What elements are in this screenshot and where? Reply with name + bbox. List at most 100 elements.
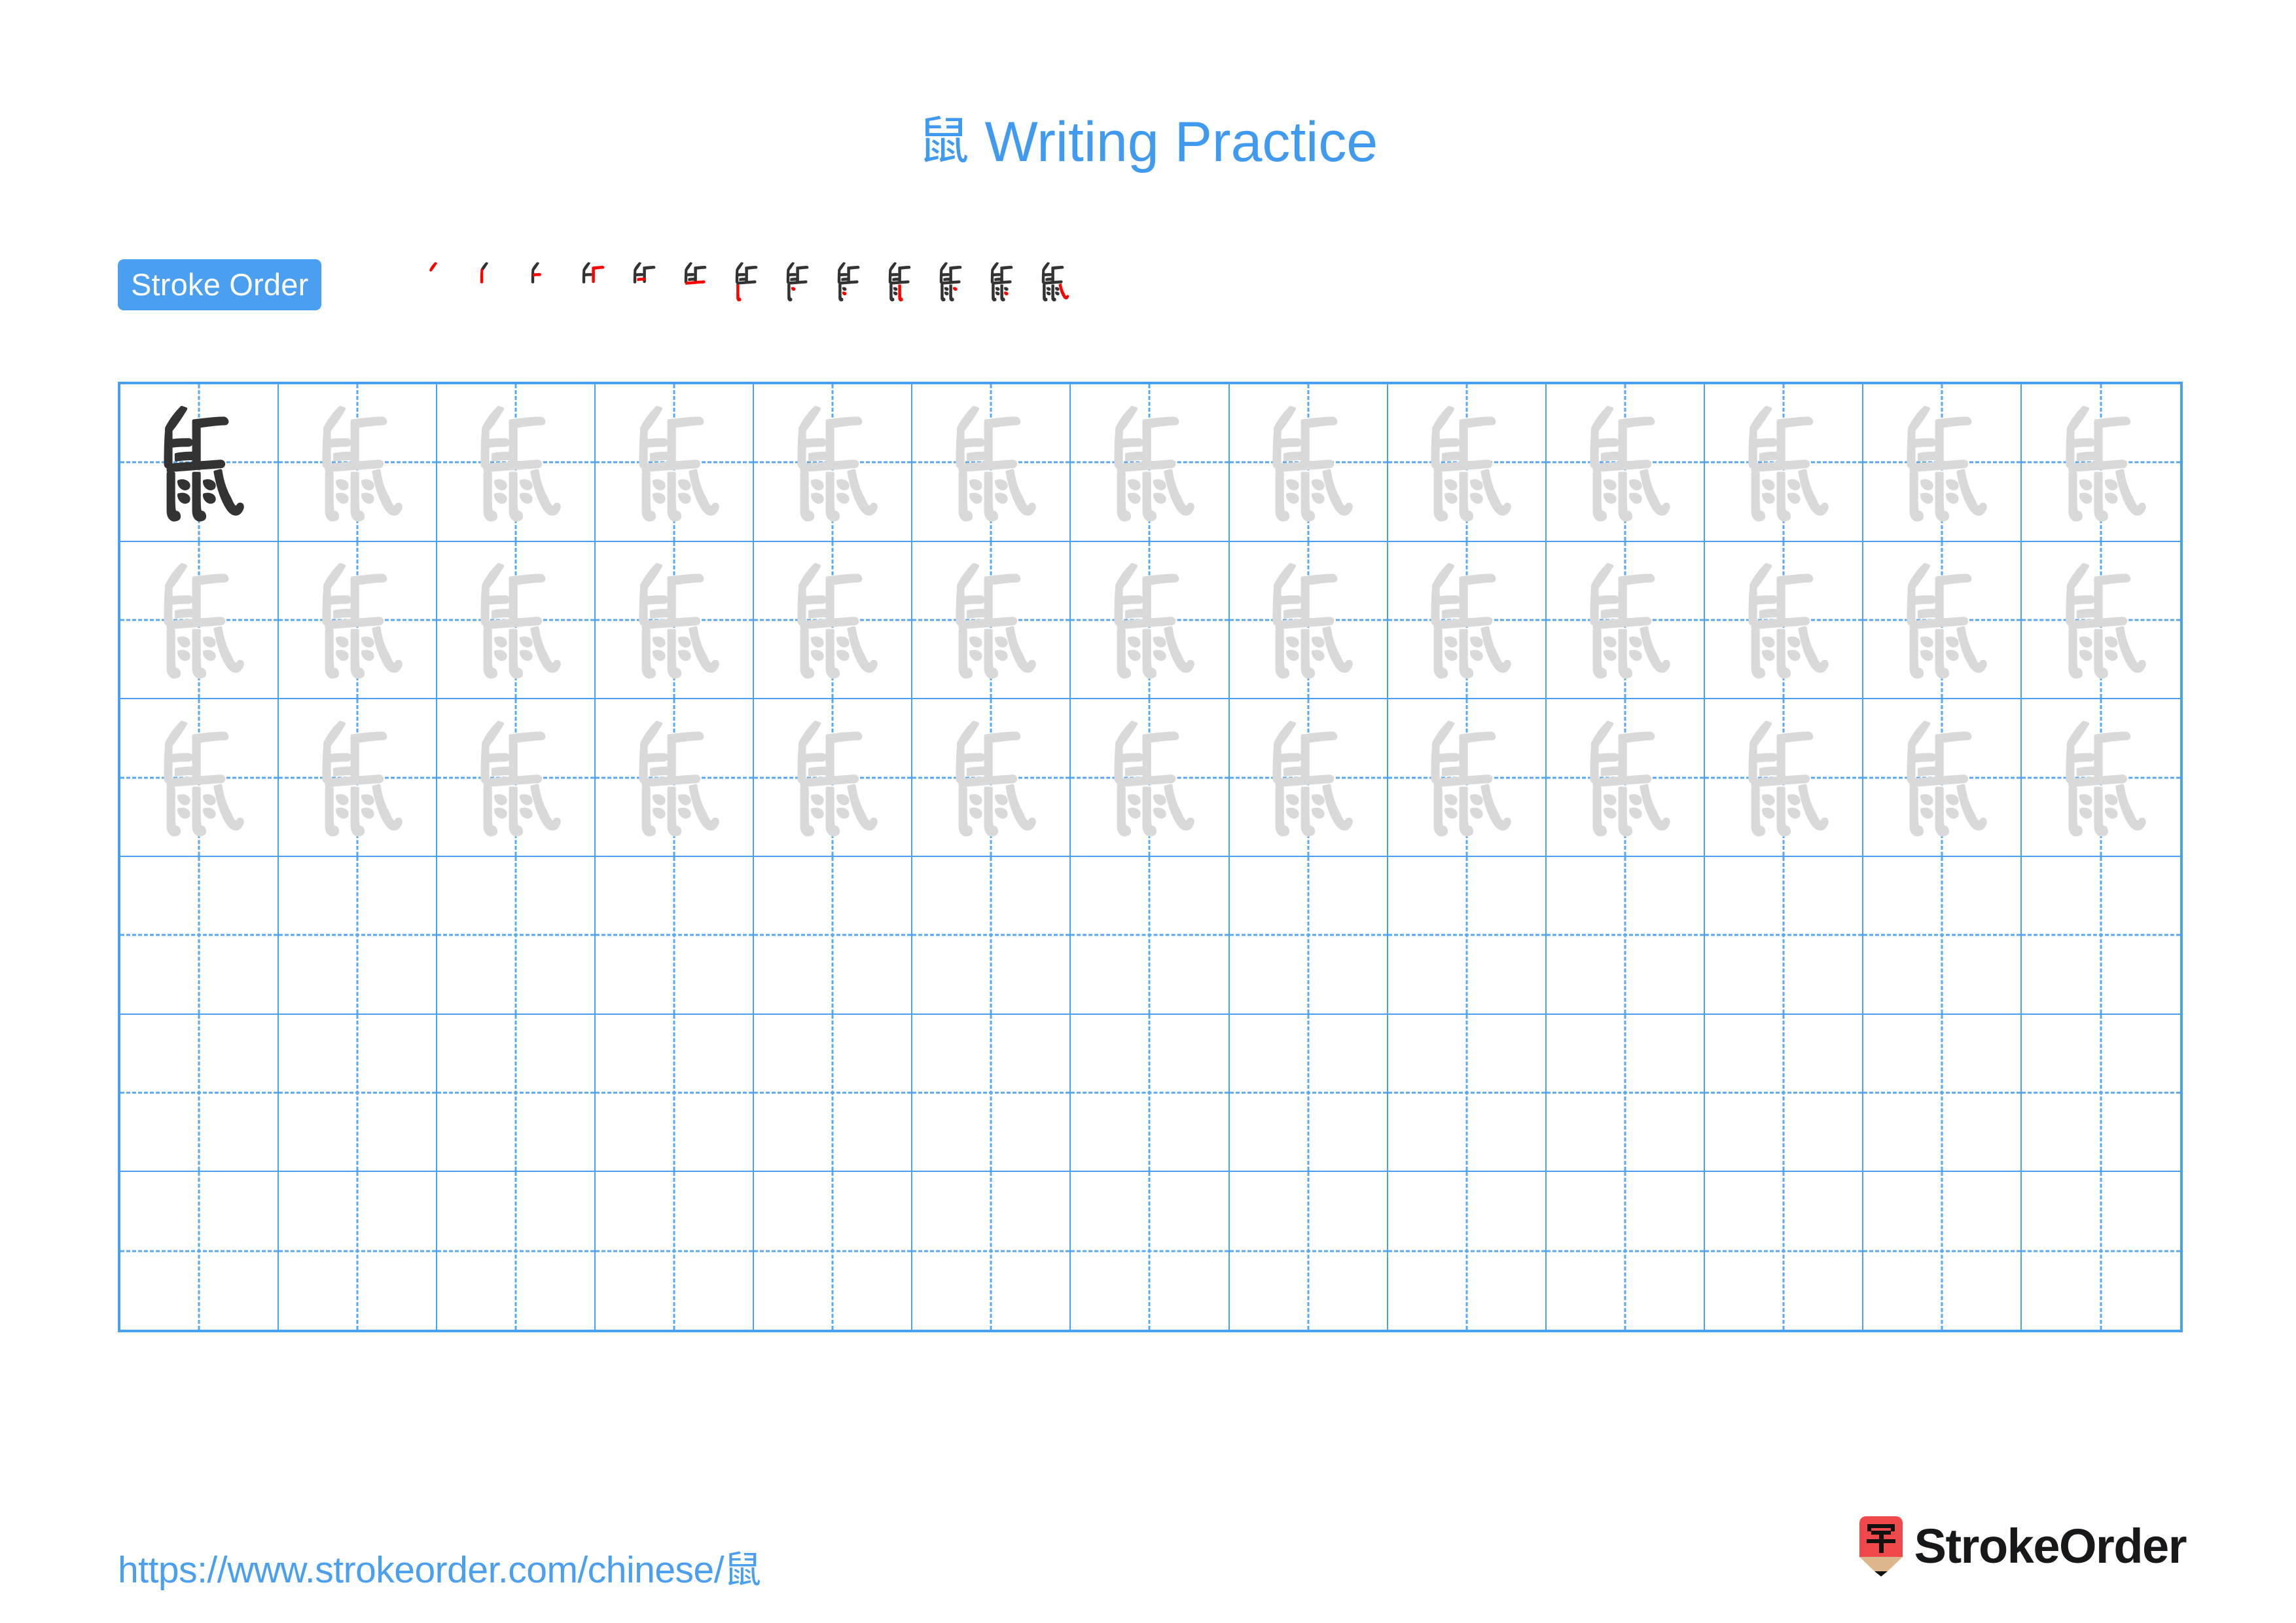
practice-cell-r4-c4[interactable] xyxy=(596,857,755,1015)
practice-cell-r2-c13[interactable] xyxy=(2021,542,2180,700)
practice-cell-r3-c3[interactable] xyxy=(437,699,596,857)
practice-cell-r1-c9[interactable] xyxy=(1388,384,1547,542)
practice-cell-r4-c5[interactable] xyxy=(754,857,913,1015)
practice-cell-r3-c7[interactable] xyxy=(1071,699,1230,857)
practice-cell-r6-c6[interactable] xyxy=(912,1172,1071,1330)
practice-cell-r4-c6[interactable] xyxy=(912,857,1071,1015)
trace-character xyxy=(437,542,594,699)
practice-cell-r1-c8[interactable] xyxy=(1229,384,1388,542)
practice-cell-r6-c11[interactable] xyxy=(1705,1172,1863,1330)
practice-cell-r3-c6[interactable] xyxy=(912,699,1071,857)
practice-cell-r4-c10[interactable] xyxy=(1546,857,1705,1015)
practice-cell-r5-c6[interactable] xyxy=(912,1014,1071,1173)
practice-cell-r2-c8[interactable] xyxy=(1229,541,1388,700)
practice-cell-r2-c2[interactable] xyxy=(279,541,438,700)
stroke-step-9 xyxy=(824,232,875,337)
practice-cell-r1-c11[interactable] xyxy=(1704,384,1863,542)
practice-cell-r1-c7[interactable] xyxy=(1071,384,1230,542)
trace-character xyxy=(1230,384,1387,541)
practice-cell-r4-c7[interactable] xyxy=(1071,857,1230,1015)
practice-cell-r5-c5[interactable] xyxy=(754,1014,913,1173)
stroke-step-3 xyxy=(518,232,569,337)
practice-cell-r5-c2[interactable] xyxy=(279,1014,438,1173)
practice-cell-r6-c13[interactable] xyxy=(2022,1172,2180,1330)
practice-cell-r4-c3[interactable] xyxy=(437,857,596,1015)
practice-cell-r6-c2[interactable] xyxy=(279,1172,438,1330)
practice-cell-r5-c3[interactable] xyxy=(437,1014,596,1173)
practice-cell-r3-c11[interactable] xyxy=(1704,699,1863,857)
practice-cell-r2-c3[interactable] xyxy=(437,541,596,700)
practice-cell-r3-c12[interactable] xyxy=(1863,699,2022,857)
practice-cell-r6-c3[interactable] xyxy=(437,1172,596,1330)
practice-cell-r5-c7[interactable] xyxy=(1071,1014,1230,1173)
trace-character xyxy=(279,542,436,699)
practice-cell-r3-c8[interactable] xyxy=(1229,699,1388,857)
practice-cell-r3-c9[interactable] xyxy=(1388,699,1547,857)
footer-url-character: 鼠 xyxy=(724,1548,761,1592)
trace-character xyxy=(754,542,911,699)
practice-cell-r4-c1[interactable] xyxy=(120,857,279,1015)
practice-cell-r5-c4[interactable] xyxy=(596,1014,755,1173)
footer-url[interactable]: https://www.strokeorder.com/chinese/鼠 xyxy=(118,1540,761,1594)
trace-character xyxy=(912,542,1069,699)
trace-character xyxy=(2022,542,2180,699)
practice-cell-r4-c12[interactable] xyxy=(1863,857,2022,1015)
practice-cell-r2-c10[interactable] xyxy=(1546,541,1705,700)
practice-cell-r2-c11[interactable] xyxy=(1704,541,1863,700)
practice-cell-r6-c9[interactable] xyxy=(1388,1172,1547,1330)
practice-cell-r6-c4[interactable] xyxy=(596,1172,755,1330)
practice-cell-r1-c13[interactable] xyxy=(2021,384,2180,542)
practice-cell-r4-c13[interactable] xyxy=(2021,857,2180,1015)
practice-cell-r5-c1[interactable] xyxy=(120,1014,279,1173)
practice-cell-r6-c7[interactable] xyxy=(1071,1172,1230,1330)
practice-cell-r5-c12[interactable] xyxy=(1863,1014,2022,1173)
practice-cell-r1-c4[interactable] xyxy=(596,384,755,542)
trace-character xyxy=(120,542,278,699)
trace-character xyxy=(1863,542,2020,699)
practice-cell-r6-c8[interactable] xyxy=(1230,1172,1388,1330)
practice-cell-r6-c5[interactable] xyxy=(754,1172,913,1330)
practice-cell-r1-c2[interactable] xyxy=(279,384,438,542)
practice-cell-r3-c4[interactable] xyxy=(596,699,755,857)
practice-cell-r3-c1[interactable] xyxy=(120,699,279,857)
practice-cell-r2-c7[interactable] xyxy=(1071,541,1230,700)
practice-grid[interactable] xyxy=(118,382,2183,1332)
trace-character xyxy=(754,699,911,856)
practice-cell-r6-c12[interactable] xyxy=(1863,1172,2022,1330)
stroke-step-5 xyxy=(620,232,671,337)
practice-cell-r2-c6[interactable] xyxy=(912,541,1071,700)
practice-cell-r1-c5[interactable] xyxy=(754,384,913,542)
practice-cell-r4-c9[interactable] xyxy=(1388,857,1547,1015)
practice-cell-r6-c10[interactable] xyxy=(1547,1172,1705,1330)
practice-cell-r5-c13[interactable] xyxy=(2021,1015,2180,1173)
practice-cell-r2-c12[interactable] xyxy=(1863,541,2022,700)
stroke-step-7 xyxy=(722,232,773,337)
practice-cell-r2-c9[interactable] xyxy=(1388,541,1547,700)
practice-cell-r4-c2[interactable] xyxy=(279,857,438,1015)
practice-cell-r3-c5[interactable] xyxy=(754,699,913,857)
practice-cell-r1-c10[interactable] xyxy=(1546,384,1705,542)
practice-cell-r5-c9[interactable] xyxy=(1388,1014,1547,1173)
practice-cell-r1-c12[interactable] xyxy=(1863,384,2022,542)
practice-cell-r6-c1[interactable] xyxy=(120,1172,279,1330)
practice-cell-r4-c11[interactable] xyxy=(1704,857,1863,1015)
practice-cell-r1-c1[interactable] xyxy=(120,384,279,542)
practice-cell-r3-c13[interactable] xyxy=(2021,699,2180,857)
trace-character xyxy=(596,699,753,856)
practice-cell-r2-c1[interactable] xyxy=(120,541,279,700)
footer-logo[interactable]: StrokeOrder xyxy=(1859,1515,2187,1578)
practice-cell-r3-c2[interactable] xyxy=(279,699,438,857)
practice-cell-r2-c4[interactable] xyxy=(596,541,755,700)
practice-cell-r1-c6[interactable] xyxy=(912,384,1071,542)
stroke-step-10 xyxy=(875,232,926,337)
practice-cell-r5-c8[interactable] xyxy=(1229,1014,1388,1173)
practice-cell-r3-c10[interactable] xyxy=(1546,699,1705,857)
trace-character xyxy=(596,542,753,699)
practice-cell-r1-c3[interactable] xyxy=(437,384,596,542)
practice-cell-r4-c8[interactable] xyxy=(1229,857,1388,1015)
practice-cell-r5-c11[interactable] xyxy=(1704,1014,1863,1173)
trace-character xyxy=(1705,542,1862,699)
trace-character xyxy=(1388,384,1545,541)
practice-cell-r2-c5[interactable] xyxy=(754,541,913,700)
practice-cell-r5-c10[interactable] xyxy=(1546,1014,1705,1173)
